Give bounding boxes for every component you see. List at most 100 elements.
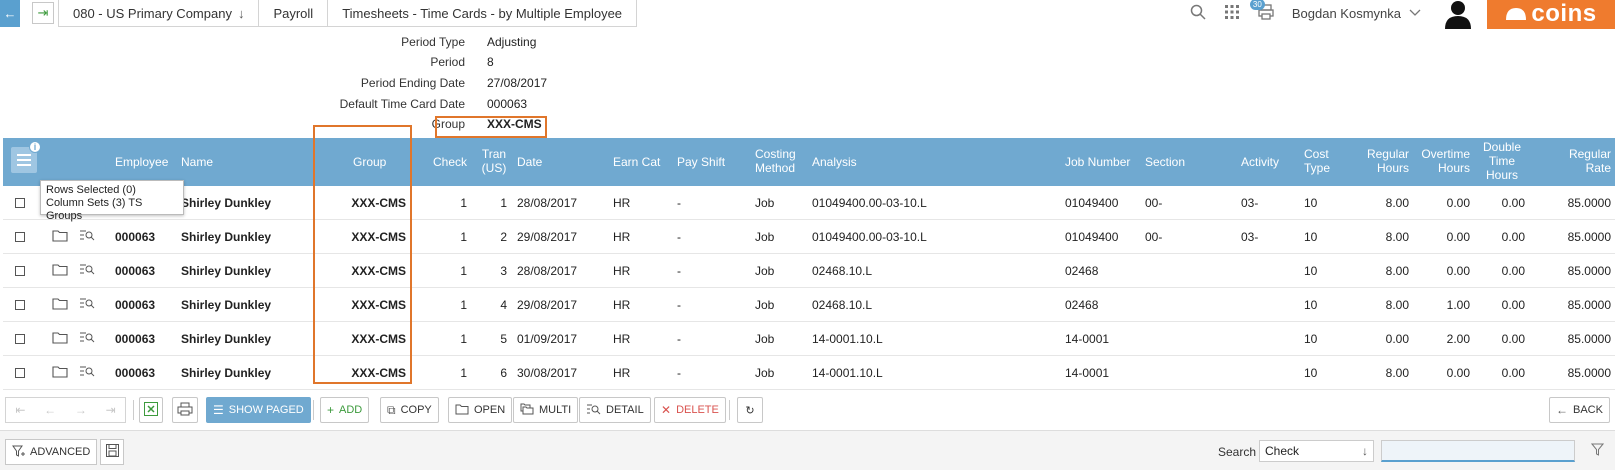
table-row[interactable]: Shirley Dunkley XXX-CMS 1 1 28/08/2017 H… <box>3 186 1615 220</box>
header-date[interactable]: Date <box>517 155 542 169</box>
breadcrumb-label: Timesheets - Time Cards - by Multiple Em… <box>342 5 623 21</box>
show-paged-button[interactable]: ☰ SHOW PAGED <box>206 397 311 423</box>
cell-job-number: 01049400 <box>1065 230 1119 244</box>
user-name[interactable]: Bogdan Kosmynka <box>1292 6 1401 21</box>
cell-cost-type: 10 <box>1304 264 1318 278</box>
folder-icon[interactable] <box>52 331 68 347</box>
header-earn-cat[interactable]: Earn Cat <box>613 155 660 169</box>
table-row[interactable]: 000063 Shirley Dunkley XXX-CMS 1 6 30/08… <box>3 356 1615 390</box>
back-arrow-button[interactable]: ← <box>0 0 20 27</box>
copy-button[interactable]: ⧉ COPY <box>380 397 439 423</box>
delete-button[interactable]: ✕ DELETE <box>654 397 726 423</box>
field-period-type: Period Type Adjusting <box>0 32 600 52</box>
grid-toolbar: ⇤ ← → ⇥ ☰ SHOW PAGED + ADD ⧉ COPY OPEN M… <box>0 394 1615 426</box>
header-job-number[interactable]: Job Number <box>1065 155 1130 169</box>
header-overtime-hours[interactable]: Overtime Hours <box>1418 147 1470 175</box>
table-row[interactable]: 000063 Shirley Dunkley XXX-CMS 1 2 29/08… <box>3 220 1615 254</box>
row-checkbox[interactable] <box>15 368 25 378</box>
detail-button[interactable]: DETAIL <box>579 397 651 423</box>
table-row[interactable]: 000063 Shirley Dunkley XXX-CMS 1 4 29/08… <box>3 288 1615 322</box>
header-cost-type[interactable]: Cost Type <box>1304 147 1340 175</box>
cell-job-number: 14-0001 <box>1065 366 1110 380</box>
row-checkbox[interactable] <box>15 266 25 276</box>
breadcrumb-module[interactable]: Payroll <box>258 0 329 27</box>
next-page-icon[interactable]: → <box>75 403 87 417</box>
header-name[interactable]: Name <box>181 155 213 169</box>
breadcrumb-page[interactable]: Timesheets - Time Cards - by Multiple Em… <box>327 0 638 27</box>
field-value: 8 <box>487 55 494 69</box>
previous-page-icon[interactable]: ← <box>44 403 56 417</box>
field-period-ending-date: Period Ending Date 27/08/2017 <box>0 73 600 93</box>
cell-regular-hours: 8.00 <box>1385 264 1409 278</box>
header-check[interactable]: Check <box>433 155 467 169</box>
detail-lens-icon[interactable] <box>79 365 95 381</box>
info-icon[interactable]: i <box>29 141 41 153</box>
header-analysis[interactable]: Analysis <box>812 155 857 169</box>
folder-icon[interactable] <box>52 297 68 313</box>
open-button[interactable]: OPEN <box>448 397 513 423</box>
notification-badge: 30 <box>1249 0 1265 10</box>
header-pay-shift[interactable]: Pay Shift <box>677 155 725 169</box>
excel-export-button[interactable] <box>139 397 163 423</box>
cell-earn-cat: HR <box>613 230 631 244</box>
header-activity[interactable]: Activity <box>1241 155 1279 169</box>
add-label: ADD <box>339 404 363 416</box>
add-button[interactable]: + ADD <box>320 397 370 423</box>
row-checkbox[interactable] <box>15 300 25 310</box>
refresh-button[interactable]: ↻ <box>737 397 763 423</box>
header-employee[interactable]: Employee <box>115 155 168 169</box>
table-row[interactable]: 000063 Shirley Dunkley XXX-CMS 1 5 01/09… <box>3 322 1615 356</box>
last-page-icon[interactable]: ⇥ <box>106 403 116 417</box>
search-icon[interactable] <box>1190 4 1206 24</box>
pager-controls: ⇤ ← → ⇥ <box>5 397 126 423</box>
folder-icon[interactable] <box>52 229 68 245</box>
exit-icon[interactable]: ⇥ <box>32 2 54 24</box>
header-group[interactable]: Group <box>353 155 386 169</box>
cell-name: Shirley Dunkley <box>181 230 272 244</box>
print-button[interactable] <box>172 397 198 423</box>
header-costing-method[interactable]: Costing Method <box>755 147 805 175</box>
cell-pay-shift: - <box>677 196 681 210</box>
top-bar: ← ⇥ 080 - US Primary Company ↓ Payroll T… <box>0 0 1615 29</box>
search-field-value: Check <box>1265 444 1300 458</box>
back-button[interactable]: ← BACK <box>1549 397 1610 423</box>
header-section[interactable]: Section <box>1145 155 1185 169</box>
filter-icon[interactable] <box>1590 443 1605 459</box>
cell-group: XXX-CMS <box>351 366 406 380</box>
cell-group: XXX-CMS <box>351 196 406 210</box>
chevron-down-icon[interactable] <box>1409 8 1421 20</box>
search-input[interactable] <box>1381 440 1575 462</box>
row-checkbox[interactable] <box>15 232 25 242</box>
field-value: Adjusting <box>487 35 537 49</box>
bottom-bar: ADVANCED Search Check ↓ <box>0 430 1615 470</box>
cell-analysis: 02468.10.L <box>812 298 873 312</box>
header-tran[interactable]: Tran (US) <box>479 147 509 175</box>
detail-lens-icon[interactable] <box>79 229 95 245</box>
search-field-select[interactable]: Check ↓ <box>1259 440 1374 462</box>
header-regular-hours[interactable]: Regular Hours <box>1363 147 1409 175</box>
first-page-icon[interactable]: ⇤ <box>15 403 25 417</box>
folder-icon[interactable] <box>52 365 68 381</box>
row-checkbox[interactable] <box>15 334 25 344</box>
cell-employee: 000063 <box>115 230 156 244</box>
detail-lens-icon[interactable] <box>79 331 95 347</box>
detail-lens-icon[interactable] <box>79 263 95 279</box>
advanced-filter-button[interactable]: ADVANCED <box>5 439 98 465</box>
detail-lens-icon[interactable] <box>79 297 95 313</box>
cell-employee: 000063 <box>115 298 156 312</box>
cell-regular-rate: 85.0000 <box>1567 366 1611 380</box>
row-checkbox[interactable] <box>15 198 25 208</box>
save-filter-button[interactable] <box>100 439 124 465</box>
header-double-time-hours[interactable]: Double Time Hours <box>1479 140 1525 182</box>
table-row[interactable]: 000063 Shirley Dunkley XXX-CMS 1 3 28/08… <box>3 254 1615 288</box>
folder-icon[interactable] <box>52 263 68 279</box>
avatar[interactable] <box>1443 0 1473 29</box>
folder-icon <box>455 403 469 418</box>
header-regular-rate[interactable]: Regular Rate <box>1561 147 1611 175</box>
breadcrumb-company[interactable]: 080 - US Primary Company ↓ <box>58 0 260 27</box>
cell-earn-cat: HR <box>613 298 631 312</box>
cell-pay-shift: - <box>677 298 681 312</box>
print-queue-icon[interactable]: 30 <box>1249 0 1274 24</box>
multi-button[interactable]: MULTI <box>513 397 579 423</box>
apps-grid-icon[interactable] <box>1224 4 1240 24</box>
